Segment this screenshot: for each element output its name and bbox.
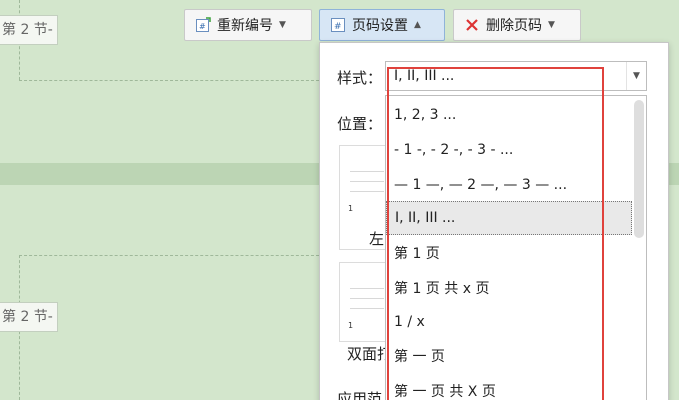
chevron-down-icon: ▼ bbox=[548, 20, 555, 30]
renumber-label: 重新编号 bbox=[217, 18, 273, 34]
style-option-chinese-page[interactable]: 第 一 页 bbox=[386, 339, 632, 373]
style-option-dash[interactable]: - 1 -, - 2 -, - 3 - ... bbox=[386, 133, 632, 167]
style-select-value: I, II, III ... bbox=[394, 68, 455, 84]
header-boundary-top-2 bbox=[19, 255, 319, 256]
style-option-emdash[interactable]: — 1 —, — 2 —, — 3 — ... bbox=[386, 168, 632, 202]
style-option-page-n-of-x[interactable]: 第 1 页 共 x 页 bbox=[386, 271, 632, 305]
style-option-chinese-page-of-x[interactable]: 第 一 页 共 X 页 bbox=[386, 374, 632, 400]
section-tag-top: 第 2 节- bbox=[0, 15, 58, 45]
chevron-down-icon: ▼ bbox=[279, 20, 286, 30]
renumber-icon: # bbox=[195, 17, 211, 33]
page-settings-label: 页码设置 bbox=[352, 18, 408, 34]
dropdown-scrollbar[interactable] bbox=[634, 100, 644, 238]
style-dropdown-list[interactable]: 1, 2, 3 ... - 1 -, - 2 -, - 3 - ... — 1 … bbox=[385, 95, 647, 400]
svg-text:#: # bbox=[199, 22, 206, 31]
style-option-roman[interactable]: I, II, III ... bbox=[386, 201, 632, 235]
page-settings-button[interactable]: # 页码设置 ▲ bbox=[319, 9, 445, 41]
page-number-icon: # bbox=[330, 17, 346, 33]
chevron-down-icon[interactable]: ▼ bbox=[626, 62, 646, 90]
thumb-page-number: 1 bbox=[348, 321, 354, 330]
header-boundary-bottom bbox=[19, 80, 319, 81]
style-label: 样式： bbox=[337, 69, 383, 87]
chevron-up-icon: ▲ bbox=[414, 20, 421, 30]
style-select[interactable]: I, II, III ... ▼ bbox=[385, 61, 647, 91]
delete-page-number-label: 删除页码 bbox=[486, 18, 542, 34]
style-option-n-slash-x[interactable]: 1 / x bbox=[386, 305, 632, 339]
position-left-caption: 左 bbox=[369, 230, 385, 248]
delete-page-number-button[interactable]: 删除页码 ▼ bbox=[453, 9, 581, 41]
position-label: 位置： bbox=[337, 115, 383, 133]
delete-icon bbox=[464, 17, 480, 33]
style-option-page-n[interactable]: 第 1 页 bbox=[386, 236, 632, 270]
svg-text:#: # bbox=[334, 22, 342, 32]
apply-range-label: 应用范 bbox=[337, 390, 383, 400]
renumber-button[interactable]: # 重新编号 ▼ bbox=[184, 9, 312, 41]
section-tag-bottom: 第 2 节- bbox=[0, 302, 58, 332]
style-option-arabic[interactable]: 1, 2, 3 ... bbox=[386, 98, 632, 132]
thumb-page-number: 1 bbox=[348, 204, 354, 213]
